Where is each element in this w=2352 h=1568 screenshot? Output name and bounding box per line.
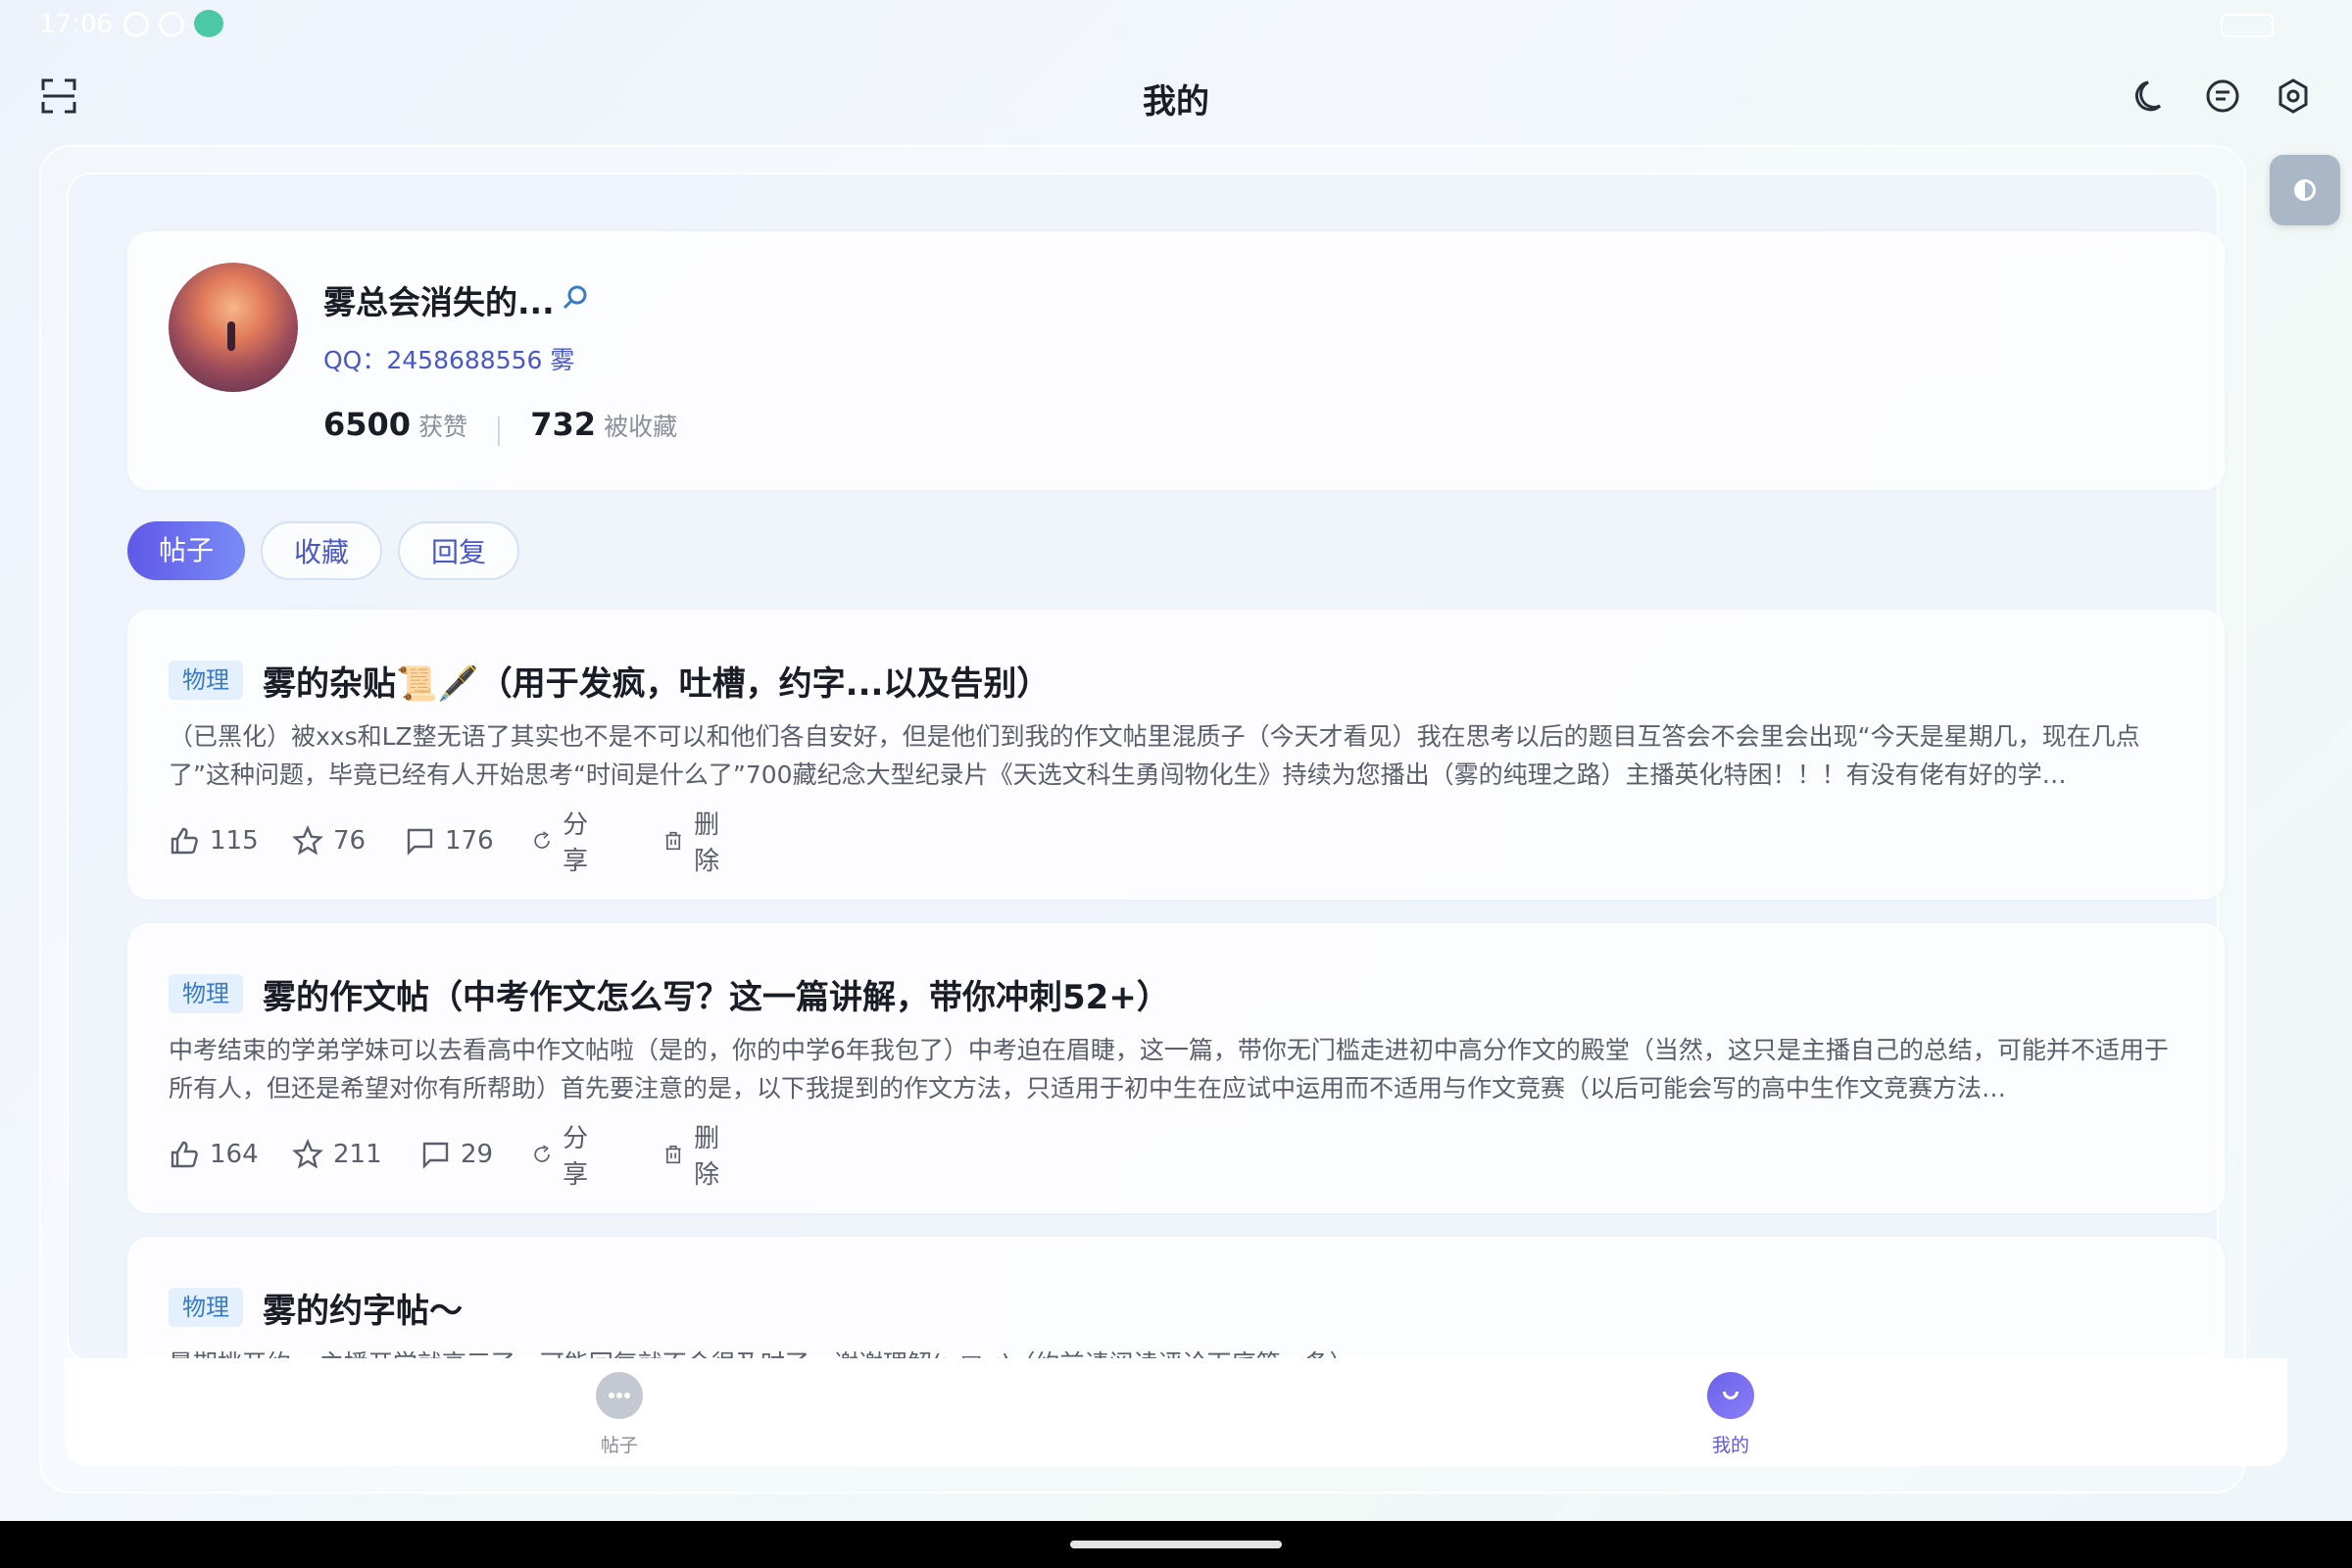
post-tag: 物理 [169, 1288, 243, 1327]
avatar[interactable] [169, 263, 298, 392]
post-tag: 物理 [169, 661, 243, 700]
share-label: 分享 [563, 810, 589, 876]
star-icon [292, 825, 323, 856]
profile-card: 雾总会消失的... QQ：2458688556 雾 6500 获赞 732 被收藏 [127, 231, 2225, 490]
contrast-icon [2294, 179, 2316, 201]
favorite-button[interactable]: 211 [292, 1135, 382, 1174]
status-bar: 17:06 [0, 0, 2352, 49]
timer-icon [159, 12, 184, 37]
home-indicator[interactable] [1070, 1541, 1282, 1548]
like-count: 164 [210, 1140, 259, 1169]
comment-count: 29 [461, 1140, 494, 1169]
post-card[interactable]: 物理 雾的作文帖（中考作文怎么写？这一篇讲解，带你冲刺52+） 中考结束的学弟学… [127, 923, 2225, 1213]
comment-icon [407, 828, 433, 856]
profile-stats: 6500 获赞 732 被收藏 [323, 406, 678, 446]
share-button[interactable]: 分享 [531, 1124, 598, 1190]
star-icon [292, 1139, 323, 1169]
like-count: 115 [210, 826, 259, 856]
night-mode-icon[interactable] [2132, 76, 2172, 116]
message-icon[interactable] [2203, 76, 2242, 116]
comment-count: 176 [445, 826, 494, 856]
comment-button[interactable]: 176 [404, 821, 494, 860]
alarm-icon [123, 12, 149, 37]
tab-favorites[interactable]: 收藏 [261, 521, 382, 580]
smile-face-icon [1707, 1372, 1754, 1419]
chat-bubble-icon [596, 1372, 643, 1419]
likes-count: 6500 [323, 406, 412, 443]
post-excerpt: 暑期挑开约~ 主播开学就高三了，可能回复就不会很及时了，谢谢理解(>▽<)（约前… [169, 1345, 2187, 1358]
nav-posts[interactable]: 帖子 [561, 1372, 678, 1457]
favorites-count: 732 [530, 406, 597, 443]
page-title: 我的 [1143, 82, 1209, 122]
favorite-button[interactable]: 76 [292, 821, 366, 860]
thumbs-up-icon [171, 827, 198, 855]
battery-icon [2221, 14, 2274, 37]
favorites-label: 被收藏 [604, 413, 678, 441]
like-button[interactable]: 115 [169, 821, 259, 860]
nav-mine-label: 我的 [1711, 1435, 1749, 1456]
post-title[interactable]: 雾的作文帖（中考作文怎么写？这一篇讲解，带你冲刺52+） [263, 970, 1170, 1018]
top-bar: 我的 [0, 59, 2352, 137]
post-card[interactable]: 物理 雾的杂贴📜🖋️（用于发疯，吐槽，约字...以及告别） （已黑化）被xxs和… [127, 610, 2225, 900]
status-time: 17:06 [39, 10, 113, 39]
tab-replies[interactable]: 回复 [398, 521, 519, 580]
share-icon [534, 831, 550, 849]
trash-icon [665, 1145, 681, 1164]
stats-divider [498, 416, 501, 446]
delete-button[interactable]: 删除 [662, 1124, 729, 1190]
post-excerpt: 中考结束的学弟学妹可以去看高中作文帖啦（是的，你的中学6年我包了）中考迫在眉睫，… [169, 1036, 2169, 1102]
share-icon [534, 1145, 550, 1162]
post-excerpt: （已黑化）被xxs和LZ整无语了其实也不是不可以和他们各自安好，但是他们到我的作… [169, 722, 2140, 789]
comment-icon [422, 1142, 449, 1169]
delete-label: 删除 [694, 810, 720, 876]
post-card[interactable]: 物理 雾的约字帖～ 暑期挑开约~ 主播开学就高三了，可能回复就不会很及时了，谢谢… [127, 1237, 2225, 1358]
settings-icon[interactable] [2274, 76, 2313, 116]
likes-label: 获赞 [418, 413, 468, 441]
share-label: 分享 [563, 1124, 589, 1190]
post-title[interactable]: 雾的约字帖～ [263, 1284, 463, 1332]
username: 雾总会消失的... [323, 283, 555, 321]
tab-posts[interactable]: 帖子 [127, 521, 245, 580]
favorite-count: 76 [333, 826, 367, 856]
app-notification-icon [194, 10, 223, 37]
delete-label: 删除 [694, 1124, 720, 1190]
search-badge-icon [563, 285, 587, 310]
nav-mine[interactable]: 我的 [1672, 1372, 1789, 1457]
trash-icon [665, 831, 681, 851]
favorite-count: 211 [333, 1140, 382, 1169]
share-button[interactable]: 分享 [531, 810, 598, 876]
theme-toggle-button[interactable] [2270, 155, 2340, 225]
system-navigation-bar [0, 1521, 2352, 1568]
post-tag: 物理 [169, 974, 243, 1013]
delete-button[interactable]: 删除 [662, 810, 729, 876]
nav-posts-label: 帖子 [600, 1435, 638, 1456]
post-title[interactable]: 雾的杂贴📜🖋️（用于发疯，吐槽，约字...以及告别） [263, 657, 1050, 705]
thumbs-up-icon [171, 1141, 198, 1168]
comment-button[interactable]: 29 [419, 1135, 493, 1174]
bottom-navigation: 帖子 我的 [65, 1358, 2287, 1466]
qq-info: QQ：2458688556 雾 [323, 346, 575, 374]
like-button[interactable]: 164 [169, 1135, 259, 1174]
